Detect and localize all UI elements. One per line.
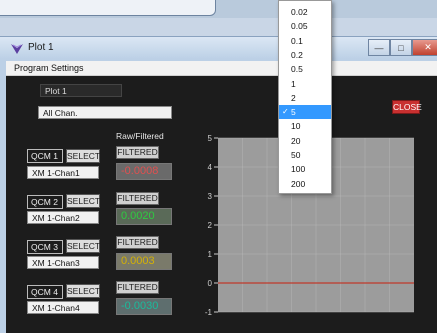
- channel-value: -0.0008: [116, 163, 172, 180]
- qcm-label: QCM 4: [27, 285, 63, 299]
- channel-value: 0.0020: [116, 208, 172, 225]
- select-button[interactable]: SELECT: [66, 194, 100, 208]
- window-controls: — □ ✕: [368, 39, 437, 56]
- select-button[interactable]: SELECT: [66, 284, 100, 298]
- select-button[interactable]: SELECT: [66, 149, 100, 163]
- dropdown-option[interactable]: 100: [279, 162, 331, 176]
- dropdown-option-label: 0.1: [291, 35, 303, 46]
- y-tick-label: 5: [208, 134, 213, 143]
- maximize-button[interactable]: □: [390, 39, 412, 56]
- channel-name-field[interactable]: XM 1-Chan3: [27, 256, 99, 269]
- y-tick-label: 1: [208, 250, 213, 259]
- check-icon: ✓: [282, 107, 289, 117]
- dropdown-option[interactable]: 1: [279, 77, 331, 91]
- app-icon: [11, 44, 23, 54]
- y-tick-label: 2: [208, 221, 213, 230]
- dropdown-option-label: 0.5: [291, 64, 303, 75]
- dropdown-option-label: 1: [291, 78, 296, 89]
- qcm-label: QCM 1: [27, 149, 63, 163]
- dropdown-option[interactable]: 0.5: [279, 62, 331, 76]
- close-window-button[interactable]: ✕: [412, 39, 437, 56]
- dropdown-option-label: 50: [291, 150, 301, 160]
- maximize-icon: □: [398, 42, 404, 53]
- y-tick-label: 0: [208, 279, 213, 288]
- y-tick-label: 3: [208, 192, 213, 201]
- background-window: [0, 0, 216, 16]
- dropdown-option[interactable]: 2: [279, 91, 331, 105]
- dropdown-option-label: 20: [291, 135, 301, 146]
- menu-program-settings[interactable]: Program Settings: [14, 63, 84, 73]
- dropdown-option-label: 0.05: [291, 21, 308, 32]
- title-bar: Plot 1 — □ ✕: [0, 37, 437, 59]
- dropdown-option-label: 10: [291, 121, 301, 132]
- channel-name-field[interactable]: XM 1-Chan4: [27, 301, 99, 314]
- dropdown-option[interactable]: 0.2: [279, 48, 331, 62]
- close-icon: ✕: [424, 42, 432, 52]
- dropdown-option[interactable]: 50: [279, 148, 331, 162]
- qcm-label: QCM 2: [27, 195, 63, 209]
- dropdown-option-label: 2: [291, 92, 296, 103]
- channel-mode-field[interactable]: All Chan.: [38, 106, 172, 119]
- dropdown-option-label: 0.2: [291, 49, 303, 60]
- dropdown-option[interactable]: 0.1: [279, 34, 331, 48]
- menu-bar: Program Settings: [6, 61, 437, 76]
- channel-name-field[interactable]: XM 1-Chan1: [27, 166, 99, 179]
- dropdown-option[interactable]: 20: [279, 134, 331, 148]
- dropdown-option-label: 100: [291, 164, 306, 175]
- dropdown-option[interactable]: 200: [279, 177, 331, 191]
- dropdown-option[interactable]: 0.02: [279, 5, 331, 19]
- minimize-icon: —: [374, 42, 384, 53]
- filtered-button[interactable]: FILTERED: [116, 281, 159, 294]
- dropdown-option[interactable]: ✓ 5: [279, 105, 331, 120]
- dropdown-option-label: 0.02: [291, 7, 308, 17]
- window-title: Plot 1: [28, 42, 54, 53]
- filtered-button[interactable]: FILTERED: [116, 236, 159, 249]
- plot-name-field[interactable]: Plot 1: [40, 84, 122, 97]
- channel-name-field[interactable]: XM 1-Chan2: [27, 211, 99, 224]
- qcm-label: QCM 3: [27, 240, 63, 254]
- y-tick-label: -1: [205, 308, 213, 317]
- y-tick-label: 4: [208, 163, 213, 172]
- filtered-button[interactable]: FILTERED: [116, 192, 159, 205]
- dropdown-option-label: 5: [291, 107, 296, 118]
- raw-filtered-label: Raw/Filtered: [116, 131, 164, 141]
- filtered-button[interactable]: FILTERED: [116, 146, 159, 159]
- dropdown-option[interactable]: 10: [279, 119, 331, 133]
- dropdown-option-label: 200: [291, 178, 306, 189]
- scale-dropdown-menu[interactable]: 0.02 0.05 0.1 0.2 0.5 1 2 ✓ 5 10 20 50 100 200: [278, 0, 332, 194]
- channel-value: -0.0030: [116, 298, 172, 315]
- minimize-button[interactable]: —: [368, 39, 390, 56]
- channel-value: 0.0003: [116, 253, 172, 270]
- close-button[interactable]: CLOSE: [392, 100, 422, 114]
- dropdown-option[interactable]: 0.05: [279, 19, 331, 33]
- select-button[interactable]: SELECT: [66, 239, 100, 253]
